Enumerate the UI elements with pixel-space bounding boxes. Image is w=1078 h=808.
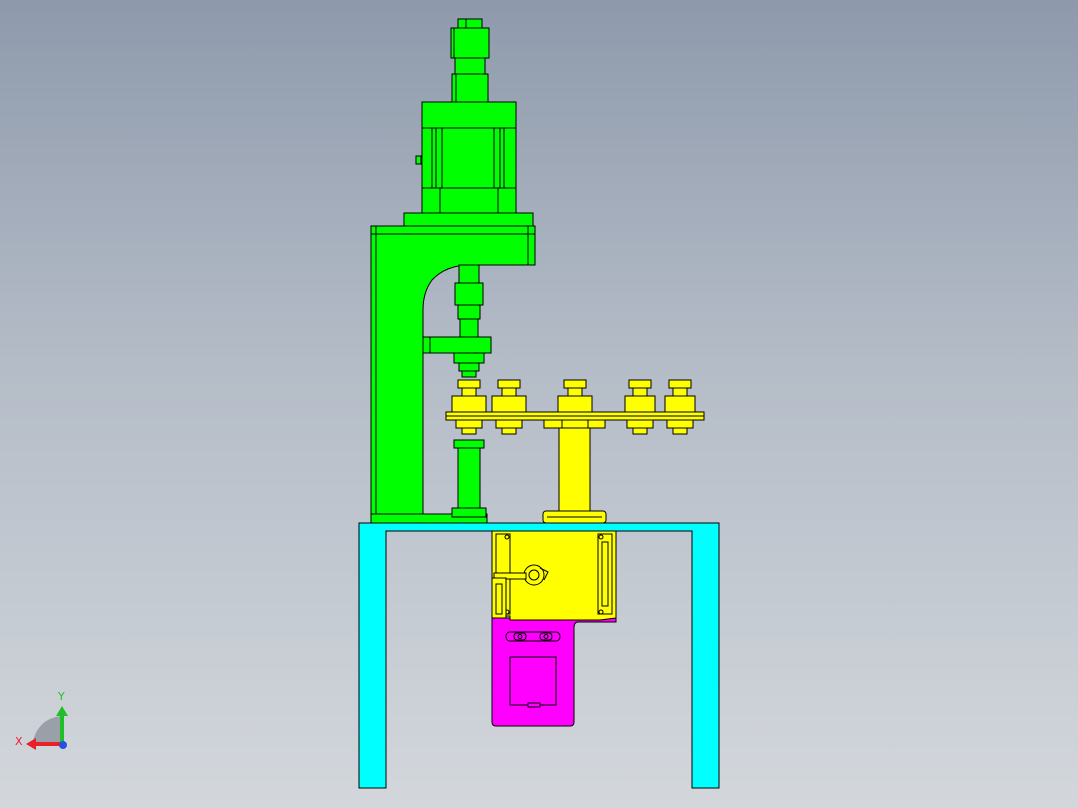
press-lower-column bbox=[457, 447, 481, 511]
triad-plane-shading bbox=[32, 716, 62, 744]
triad-y-label: Y bbox=[57, 690, 65, 703]
triad-z-axis bbox=[59, 741, 67, 749]
press-cylinder-top bbox=[421, 101, 517, 129]
coordinate-triad[interactable]: Y X bbox=[15, 690, 68, 750]
press-assembly bbox=[370, 18, 536, 524]
cad-viewport[interactable]: Y X bbox=[0, 0, 1078, 808]
press-c-frame bbox=[370, 225, 536, 517]
press-top-cap bbox=[457, 18, 483, 29]
gearbox bbox=[491, 530, 617, 621]
fixture-2 bbox=[491, 379, 527, 435]
fixture-3 bbox=[557, 379, 593, 429]
base-box-window bbox=[509, 656, 557, 706]
fixture-1 bbox=[451, 379, 487, 435]
press-spindle bbox=[454, 282, 484, 306]
press-cylinder-bottom bbox=[421, 187, 517, 214]
triad-x-label: X bbox=[15, 735, 23, 748]
press-arm bbox=[422, 336, 492, 354]
turntable-column bbox=[558, 427, 591, 513]
press-motor bbox=[450, 27, 490, 59]
base-box bbox=[491, 617, 617, 727]
fixture-4 bbox=[624, 379, 656, 435]
fixture-5 bbox=[664, 379, 696, 435]
turntable bbox=[445, 379, 705, 524]
